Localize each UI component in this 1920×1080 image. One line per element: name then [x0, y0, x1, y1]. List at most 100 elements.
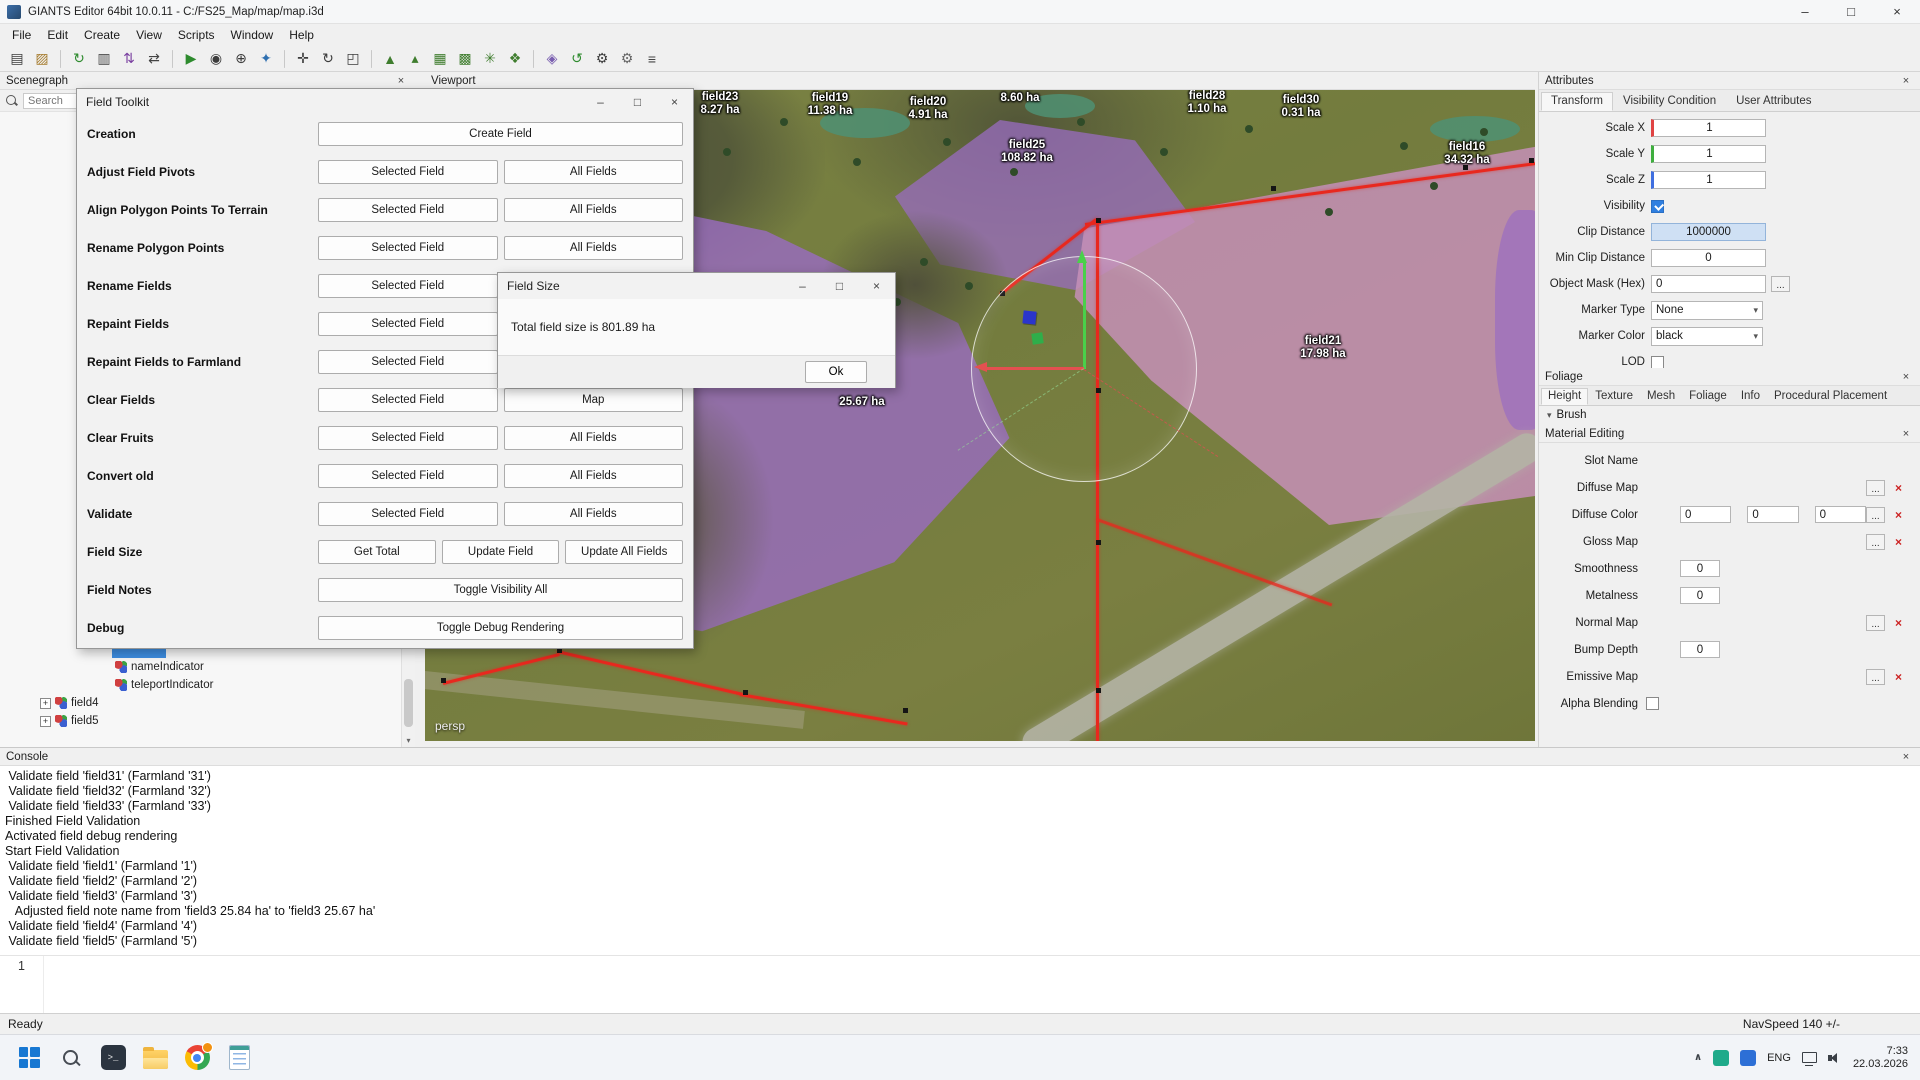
close-icon[interactable]: ×	[1898, 428, 1914, 440]
diffuse-map-browse-button[interactable]: ...	[1866, 480, 1885, 496]
diffuse-map-clear-button[interactable]: ×	[1891, 480, 1906, 495]
bump-depth-input[interactable]: 0	[1680, 641, 1720, 658]
foliage-tab[interactable]: Texture	[1588, 388, 1640, 405]
toolkit-button[interactable]: All Fields	[504, 236, 684, 260]
toolkit-button[interactable]: Selected Field	[318, 388, 498, 412]
min-clip-distance-input[interactable]: 0	[1651, 249, 1766, 267]
ok-button[interactable]: Ok	[805, 361, 867, 383]
notepad-button[interactable]	[224, 1043, 254, 1073]
menu-item[interactable]: File	[4, 28, 39, 42]
toolkit-button[interactable]: Selected Field	[318, 464, 498, 488]
foliage-tab[interactable]: Height	[1541, 388, 1588, 405]
attributes-tab[interactable]: User Attributes	[1726, 92, 1821, 111]
toolbar-item[interactable]: ⇅	[118, 48, 140, 70]
expander-icon[interactable]: +	[40, 698, 51, 709]
toolkit-button[interactable]: Toggle Debug Rendering	[318, 616, 683, 640]
taskbar-search-button[interactable]	[56, 1043, 86, 1073]
tree-node[interactable]: nameIndicator	[0, 658, 415, 676]
toolbar-item[interactable]: ◈	[541, 48, 563, 70]
clip-distance-input[interactable]: 1000000	[1651, 223, 1766, 241]
minimize-button[interactable]: –	[1782, 0, 1828, 23]
diffuse-color-g-input[interactable]: 0	[1747, 506, 1798, 523]
toolbar-item[interactable]: ▩	[454, 48, 476, 70]
close-button[interactable]: ×	[1874, 0, 1920, 23]
toolbar-item[interactable]: ⇄	[143, 48, 165, 70]
close-icon[interactable]: ×	[393, 75, 409, 87]
toolkit-button[interactable]: Selected Field	[318, 198, 498, 222]
gloss-map-clear-button[interactable]: ×	[1891, 534, 1906, 549]
toolbar-item[interactable]: ✦	[255, 48, 277, 70]
toolbar-item[interactable]: ⚙	[591, 48, 613, 70]
metalness-input[interactable]: 0	[1680, 587, 1720, 604]
toolkit-button[interactable]: Get Total	[318, 540, 436, 564]
expander-icon[interactable]: +	[40, 716, 51, 727]
marker-color-select[interactable]: black ▾	[1651, 327, 1763, 346]
toolkit-button[interactable]: All Fields	[504, 426, 684, 450]
foliage-tab[interactable]: Info	[1734, 388, 1767, 405]
maximize-button[interactable]: □	[619, 89, 656, 115]
tray-expand-icon[interactable]: ∧	[1694, 1052, 1702, 1063]
tree-node[interactable]: + field5	[0, 712, 415, 730]
object-mask-input[interactable]: 0	[1651, 275, 1766, 293]
toolkit-button[interactable]: All Fields	[504, 160, 684, 184]
lod-checkbox[interactable]	[1651, 356, 1664, 369]
toolbar-item[interactable]: ✳	[479, 48, 501, 70]
toolkit-button[interactable]: All Fields	[504, 198, 684, 222]
foliage-tab[interactable]: Mesh	[1640, 388, 1682, 405]
menu-item[interactable]: Edit	[39, 28, 76, 42]
toolkit-button[interactable]: Selected Field	[318, 426, 498, 450]
toolbar-item[interactable]	[60, 50, 61, 68]
toolkit-button[interactable]: Update Field	[442, 540, 560, 564]
menu-item[interactable]: Help	[281, 28, 322, 42]
gloss-map-browse-button[interactable]: ...	[1866, 534, 1885, 550]
diffuse-color-picker-button[interactable]: ...	[1866, 507, 1885, 523]
menu-item[interactable]: Window	[223, 28, 282, 42]
gizmo-axis-y[interactable]	[1083, 262, 1086, 369]
toolkit-button[interactable]: Selected Field	[318, 274, 498, 298]
alpha-blending-checkbox[interactable]	[1646, 697, 1659, 710]
smoothness-input[interactable]: 0	[1680, 560, 1720, 577]
toolkit-button[interactable]: Selected Field	[318, 236, 498, 260]
toolbar-item[interactable]: ≡	[641, 48, 663, 70]
toolkit-button[interactable]: Selected Field	[318, 502, 498, 526]
volume-icon[interactable]	[1828, 1052, 1842, 1064]
gizmo-axis-x[interactable]	[986, 367, 1084, 370]
diffuse-color-clear-button[interactable]: ×	[1891, 507, 1906, 522]
object-mask-more-button[interactable]: ...	[1771, 276, 1790, 292]
normal-map-clear-button[interactable]: ×	[1891, 615, 1906, 630]
close-button[interactable]: ×	[858, 273, 895, 299]
menu-item[interactable]: Scripts	[170, 28, 223, 42]
toolbar-item[interactable]: ↻	[68, 48, 90, 70]
toolbar-item[interactable]: ▶	[180, 48, 202, 70]
taskbar-clock[interactable]: 7:33 22.03.2026	[1853, 1045, 1908, 1071]
toolkit-button[interactable]: All Fields	[504, 464, 684, 488]
marker-type-select[interactable]: None ▾	[1651, 301, 1763, 320]
foliage-tab[interactable]: Foliage	[1682, 388, 1734, 405]
close-icon[interactable]: ×	[1898, 371, 1914, 383]
emissive-map-browse-button[interactable]: ...	[1866, 669, 1885, 685]
visibility-checkbox[interactable]	[1651, 200, 1664, 213]
tray-app-teal-icon[interactable]	[1713, 1050, 1729, 1066]
toolbar-item[interactable]	[533, 50, 534, 68]
toolbar-item[interactable]: ◰	[342, 48, 364, 70]
toolbar-item[interactable]: ⊕	[230, 48, 252, 70]
toolbar-item[interactable]	[284, 50, 285, 68]
chrome-button[interactable]	[182, 1043, 212, 1073]
toolbar-item[interactable]: ▨	[31, 48, 53, 70]
toolkit-button[interactable]: Update All Fields	[565, 540, 683, 564]
toolbar-item[interactable]: ↺	[566, 48, 588, 70]
toolbar-item[interactable]: ▦	[429, 48, 451, 70]
field-toolkit-titlebar[interactable]: Field Toolkit – □ ×	[77, 89, 693, 115]
start-button[interactable]	[14, 1043, 44, 1073]
tray-app-blue-icon[interactable]	[1740, 1050, 1756, 1066]
minimize-button[interactable]: –	[582, 89, 619, 115]
scroll-down-icon[interactable]: ▾	[402, 736, 415, 745]
toolbar-item[interactable]: ▴	[404, 48, 426, 70]
language-indicator[interactable]: ENG	[1767, 1052, 1791, 1064]
console-input-area[interactable]: 1	[0, 955, 1920, 1013]
minimize-button[interactable]: –	[784, 273, 821, 299]
menu-item[interactable]: View	[128, 28, 170, 42]
scale-x-input[interactable]: 1	[1651, 119, 1766, 137]
toolkit-button[interactable]: Selected Field	[318, 160, 498, 184]
attributes-tab[interactable]: Transform	[1541, 92, 1613, 111]
